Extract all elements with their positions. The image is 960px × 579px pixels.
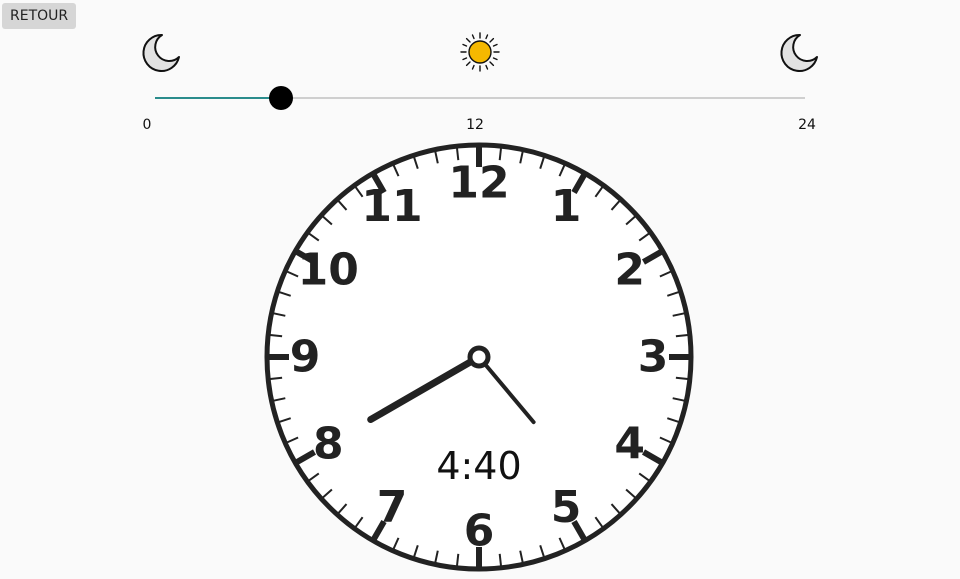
clock-numeral: 7	[377, 482, 408, 533]
analog-clock: 12 12 3 45 6 78 9 1011 4:40	[264, 142, 694, 572]
digital-time-display: 4:40	[436, 444, 521, 488]
minute-tick	[675, 334, 688, 338]
clock-numeral: 8	[313, 419, 344, 470]
clock-numeral: 4	[614, 419, 645, 470]
clock-screen: RETOUR 0 12 24 12 1 2 3 4 5 6 7 8 9 10 1…	[0, 0, 960, 579]
clock-numeral: 9	[290, 332, 321, 383]
minute-tick	[456, 553, 460, 566]
minute-tick	[498, 553, 502, 566]
clock-numeral: 6	[464, 506, 495, 557]
clock-numeral: 11	[361, 181, 422, 232]
clock-numeral: 1	[551, 181, 582, 232]
minute-tick	[270, 334, 283, 338]
clock-numeral: 10	[298, 245, 359, 296]
clock-numeral: 12	[448, 158, 509, 209]
clock-numeral: 3	[638, 332, 669, 383]
clock-numeral: 5	[551, 482, 582, 533]
clock-center-pin	[467, 345, 491, 369]
clock-numeral: 2	[614, 245, 645, 296]
minute-tick	[675, 376, 688, 380]
minute-tick	[270, 376, 283, 380]
